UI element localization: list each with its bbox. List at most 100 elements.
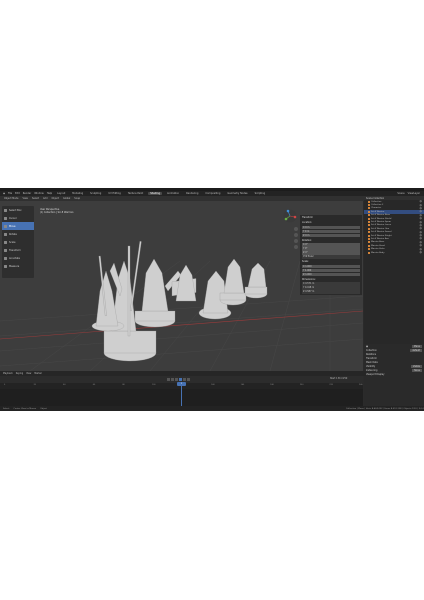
outliner-item-label: Sci-fi Warrior Axe bbox=[371, 237, 389, 240]
viewport-nav-buttons bbox=[294, 227, 299, 251]
outliner-item-label: Sci-fi Warrior Spear bbox=[371, 221, 392, 224]
object-type-icon bbox=[368, 227, 370, 230]
workspace-tab-animation[interactable]: Animation bbox=[165, 192, 181, 195]
workspace-tab-scripting[interactable]: Scripting bbox=[253, 192, 268, 195]
prev-key-icon[interactable] bbox=[171, 378, 174, 381]
location-z-field[interactable]: Z 0 m bbox=[302, 233, 360, 237]
workspace-tab-sculpting[interactable]: Sculpting bbox=[88, 192, 103, 195]
current-frame-indicator[interactable]: 1 bbox=[177, 382, 186, 386]
mode-dropdown[interactable]: Object Mode bbox=[4, 197, 18, 200]
outliner-panel: Scene Collection Collection 👁 Collection 2… bbox=[364, 196, 424, 344]
object-type-icon bbox=[368, 224, 370, 227]
properties-panel: ▣ Plane Collection default Relations Transfo… bbox=[364, 344, 424, 411]
workspace-tab-modeling[interactable]: Modeling bbox=[70, 192, 85, 195]
dimensions-z-field[interactable]: Z 0.587 m bbox=[302, 290, 360, 294]
property-label: Instancing bbox=[366, 368, 378, 372]
object-menu[interactable]: Object bbox=[51, 197, 58, 200]
playhead-line[interactable] bbox=[181, 383, 182, 406]
eye-icon[interactable]: 👁 bbox=[419, 251, 422, 254]
tool-transform[interactable]: Transform bbox=[2, 246, 34, 254]
jump-start-icon[interactable] bbox=[167, 378, 170, 381]
scale-y-field[interactable]: Y 1.000 bbox=[302, 268, 360, 272]
timeline-menu-playback[interactable]: Playback bbox=[3, 372, 13, 375]
end-frame-field[interactable]: 250 bbox=[343, 377, 347, 380]
object-name-field[interactable]: Plane bbox=[412, 344, 422, 348]
tool-rotate[interactable]: Rotate bbox=[2, 230, 34, 238]
timeline-menu-view[interactable]: View bbox=[26, 372, 31, 375]
workspace-tab-geometry-nodes[interactable]: Geometry Nodes bbox=[225, 192, 249, 195]
location-y-field[interactable]: Y 0 m bbox=[302, 229, 360, 233]
blender-logo-icon[interactable]: ◉ bbox=[3, 192, 5, 195]
dimensions-x-field[interactable]: X 0.571 m bbox=[302, 282, 360, 286]
property-value[interactable]: None bbox=[412, 368, 422, 372]
view-layer-selector[interactable]: ViewLayer bbox=[408, 192, 420, 195]
rotation-x-field[interactable]: X 0° bbox=[302, 243, 360, 247]
scale-x-field[interactable]: X 1.000 bbox=[302, 264, 360, 268]
menu-render[interactable]: Render bbox=[23, 192, 32, 195]
camera-icon[interactable] bbox=[294, 239, 298, 243]
annotate-icon bbox=[4, 256, 7, 260]
play-reverse-icon[interactable] bbox=[175, 378, 178, 381]
menu-file[interactable]: File bbox=[8, 192, 12, 195]
tool-label: Scale bbox=[9, 240, 16, 244]
ruler-tick-label: 160 bbox=[240, 384, 245, 386]
tool-label: Select Box bbox=[9, 208, 22, 212]
rotation-y-field[interactable]: Y 0° bbox=[302, 247, 360, 251]
outliner-item[interactable]: Warrior Body 👁 bbox=[364, 251, 424, 254]
workspace-tab-layout[interactable]: Layout bbox=[55, 192, 67, 195]
object-icon: ▣ bbox=[366, 344, 369, 348]
tool-move[interactable]: Move bbox=[2, 222, 34, 230]
pan-hand-icon[interactable] bbox=[294, 233, 298, 237]
add-menu[interactable]: Add bbox=[43, 197, 47, 200]
outliner-item-label: Warrior Body bbox=[371, 251, 385, 254]
menu-window[interactable]: Window bbox=[34, 192, 43, 195]
mouse-left-hint: Select bbox=[3, 407, 10, 410]
tool-annotate[interactable]: Annotate bbox=[2, 254, 34, 262]
property-value[interactable]: Visible bbox=[410, 364, 422, 368]
outliner-item-label: Sci-fi Warrior Shield bbox=[371, 217, 392, 220]
dimensions-y-field[interactable]: Y 0.418 m bbox=[302, 286, 360, 290]
timeline-menu-marker[interactable]: Marker bbox=[34, 372, 42, 375]
tool-cursor[interactable]: Cursor bbox=[2, 214, 34, 222]
grid-icon[interactable] bbox=[294, 245, 298, 249]
workspace-tab-uv-editing[interactable]: UV Editing bbox=[106, 192, 122, 195]
workspace-tab-texture-paint[interactable]: Texture Paint bbox=[126, 192, 145, 195]
field-value: Z 1.000 bbox=[303, 272, 312, 276]
zoom-icon[interactable] bbox=[294, 227, 298, 231]
frame-range: Start 1 End 250 bbox=[330, 377, 347, 380]
rotation-label: Rotation: bbox=[302, 238, 312, 242]
outliner-item-label: Sci-fi Warrior Gun bbox=[371, 227, 390, 230]
ruler-tick-label: 180 bbox=[270, 384, 274, 386]
rotation-mode-dropdown[interactable]: XYZ Euler bbox=[302, 255, 360, 259]
view-menu[interactable]: View bbox=[22, 197, 27, 200]
tool-measure[interactable]: Measure bbox=[2, 262, 34, 270]
property-value[interactable]: default bbox=[410, 348, 422, 352]
orientation-dropdown[interactable]: Global bbox=[63, 197, 70, 200]
menu-edit[interactable]: Edit bbox=[15, 192, 20, 195]
outliner-item-label: Character bbox=[371, 207, 382, 210]
tool-scale[interactable]: Scale bbox=[2, 238, 34, 246]
3d-viewport[interactable]: Select Box Cursor Move Rotate Scale Tran… bbox=[0, 201, 363, 371]
outliner-item-label: Collection bbox=[371, 200, 382, 203]
workspace-tab-compositing[interactable]: Compositing bbox=[203, 192, 222, 195]
workspace-tab-rendering[interactable]: Rendering bbox=[184, 192, 200, 195]
workspace-tab-shading[interactable]: Shading bbox=[148, 192, 162, 195]
object-type-icon bbox=[368, 204, 370, 207]
rotation-z-field[interactable]: Z 0° bbox=[302, 251, 360, 255]
location-x-field[interactable]: X 0 m bbox=[302, 225, 360, 229]
tool-select-box[interactable]: Select Box bbox=[2, 206, 34, 214]
select-menu[interactable]: Select bbox=[32, 197, 39, 200]
play-icon[interactable] bbox=[179, 378, 182, 381]
property-row[interactable]: Viewport Display bbox=[364, 372, 424, 376]
snap-toggle[interactable]: Snap bbox=[74, 197, 80, 200]
navigation-gizmo[interactable] bbox=[283, 209, 297, 223]
scene-selector[interactable]: Scene bbox=[397, 192, 404, 195]
property-label: Relations bbox=[366, 352, 377, 356]
jump-end-icon[interactable] bbox=[187, 378, 190, 381]
timeline-menu-keying[interactable]: Keying bbox=[16, 372, 23, 375]
field-value: X 0 m bbox=[303, 225, 310, 229]
menu-help[interactable]: Help bbox=[47, 192, 52, 195]
outliner-item-label: Sci-fi Warrior bbox=[371, 210, 385, 213]
next-key-icon[interactable] bbox=[183, 378, 186, 381]
scale-z-field[interactable]: Z 1.000 bbox=[302, 272, 360, 276]
